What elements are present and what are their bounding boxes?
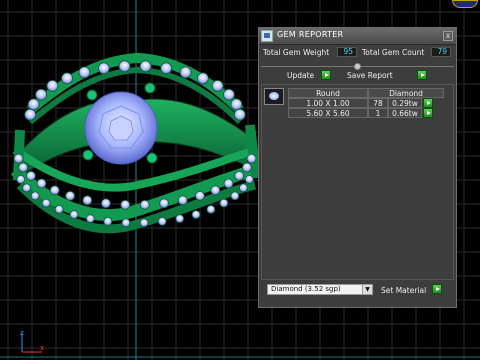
total-gem-weight-value: 95 [337,47,357,57]
accent-diamond [78,66,91,79]
accent-diamond [241,162,252,173]
accent-diamond [49,185,60,196]
accent-diamond [120,199,131,210]
row-go-button[interactable] [423,108,433,118]
column-header-diamond: Diamond [368,88,444,98]
accent-diamond [159,198,170,209]
accent-diamond [13,153,24,164]
accent-diamond [194,190,205,201]
accent-diamond [97,62,110,75]
accent-diamond [177,195,188,206]
accent-diamond [238,183,248,193]
app-badge-icon[interactable] [452,0,478,8]
accent-diamond [179,66,192,79]
accent-diamond [157,216,167,226]
set-material-button[interactable] [432,284,442,294]
svg-text:x: x [40,344,44,352]
accent-diamond [222,88,235,101]
slider-knob[interactable] [354,63,361,70]
gem-reporter-icon [261,30,273,42]
material-select-value: Diamond (3.52 sgp) [271,285,341,293]
save-report-label: Save Report [347,71,393,80]
accent-diamond [101,198,111,209]
accent-diamond [35,88,47,101]
accent-diamond [210,185,221,196]
update-label: Update [287,71,315,80]
panel-title: GEM REPORTER [277,30,344,39]
row-size: 5.60 X 5.60 [288,108,368,118]
accent-diamond [121,218,131,228]
accent-diamond [230,98,243,111]
svg-text:z: z [20,329,24,337]
accent-diamond [139,199,150,210]
accent-diamond [54,204,64,214]
accent-diamond [36,178,47,189]
close-button[interactable]: x [443,31,453,41]
accent-diamond [206,204,216,214]
accent-diamond [234,170,245,181]
row-weight: 0.66tw [388,108,422,118]
row-count: 78 [368,98,388,108]
accent-diamond [24,108,37,121]
accent-diamond [41,198,51,208]
accent-diamond [196,72,209,85]
accent-diamond [18,162,29,173]
accent-diamond [233,108,246,121]
accent-diamond [27,98,40,111]
accent-diamond [61,72,73,85]
accent-diamond [139,218,149,228]
accent-diamond [230,191,240,201]
accent-diamond [219,198,229,208]
accent-diamond [139,60,152,73]
accent-diamond [211,80,224,92]
accent-diamond [82,195,93,206]
accent-diamond [118,60,131,73]
row-size: 1.00 X 1.00 [288,98,368,108]
row-weight: 0.29tw [388,98,422,108]
accent-diamond [191,210,201,220]
material-select[interactable]: Diamond (3.52 sgp) ▼ [267,284,373,295]
accent-diamond [175,214,185,224]
row-count: 1 [368,108,388,118]
accent-diamond [30,191,40,201]
accent-diamond [25,170,36,181]
gem-reporter-panel: GEM REPORTER x Total Gem Weight 95 Total… [258,27,457,308]
accent-diamond [246,153,257,164]
accent-diamond [69,210,79,220]
accent-diamond [223,178,234,189]
total-gem-count-value: 79 [431,47,451,57]
column-header-round: Round [288,88,368,98]
accent-diamond [244,174,254,184]
row-go-button[interactable] [423,98,433,108]
accent-diamond [85,214,95,224]
round-diamond-thumbnail-icon[interactable] [264,88,284,105]
set-material-label: Set Material [381,286,427,295]
accent-diamond [46,80,59,92]
update-button[interactable] [321,70,331,80]
total-gem-count-label: Total Gem Count [362,48,425,57]
accent-diamond [16,174,26,184]
accent-diamond [103,216,113,226]
accent-diamond [160,62,173,75]
chevron-down-icon[interactable]: ▼ [362,285,372,294]
accent-diamond [22,183,32,193]
save-report-button[interactable] [417,70,427,80]
panel-titlebar[interactable]: GEM REPORTER x [259,28,456,45]
total-gem-weight-label: Total Gem Weight [263,48,330,57]
accent-diamond [65,190,75,201]
